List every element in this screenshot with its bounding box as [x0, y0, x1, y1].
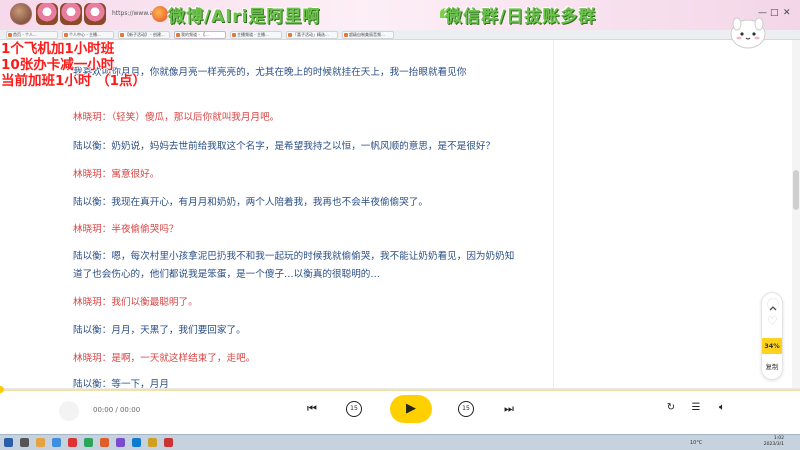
browser-tab-strip: 首页 - 个人... 个人中心 - 主播... 【新子活动】 - 创建... 我… — [0, 30, 800, 40]
script-line: 道了也会伤心的，他们都说我是笨蛋，是一个傻子…以衡真的很聪明的… — [73, 269, 380, 280]
rewind-15-button[interactable]: 15 — [346, 401, 362, 417]
volume-icon[interactable]: 🔈︎ — [715, 402, 729, 414]
page-scrollbar[interactable] — [792, 40, 800, 388]
forward-15-button[interactable]: 15 — [458, 401, 474, 417]
browser-tab[interactable]: 主播频道 - 主播... — [230, 31, 282, 39]
watermark-wechat: 微信群/日拔账多群 — [445, 7, 597, 27]
scrollbar-thumb[interactable] — [793, 170, 799, 210]
script-line: 林晓玥：我们以衡最聪明了。 — [73, 297, 198, 308]
browser-tab[interactable]: 【新子活动】 - 创建... — [118, 31, 170, 39]
cake-sticker-icon — [36, 3, 58, 25]
taskbar-clock[interactable]: 1:02 2023/3/1 — [764, 436, 784, 448]
start-icon[interactable] — [4, 438, 13, 447]
stream-banner: https://www.aipoxie.com 微博/Alri是阿里啊 微信群/… — [0, 0, 800, 30]
app-icon[interactable] — [148, 438, 157, 447]
search-icon[interactable] — [20, 438, 29, 447]
app-icon[interactable] — [116, 438, 125, 447]
copy-button[interactable]: 复制 — [762, 361, 782, 371]
cake-sticker-icon — [84, 3, 106, 25]
streamer-avatar — [10, 3, 32, 25]
windows-taskbar: 10°C 1:02 2023/3/1 — [0, 434, 800, 450]
browser-tab[interactable]: 我的频道 - 【... — [174, 31, 226, 39]
script-line: 林晓玥：是啊，一天就这样结束了，走吧。 — [73, 353, 256, 364]
app-icon[interactable] — [164, 438, 173, 447]
wechat-icon[interactable] — [84, 438, 93, 447]
playback-time: 00:00 / 00:00 — [93, 406, 141, 414]
watermark-logo-icon — [152, 6, 168, 22]
track-cover — [59, 401, 79, 421]
reader-float-toolbar: ♡ 34% 复制 — [761, 292, 783, 380]
forward-label: 15 — [462, 405, 470, 412]
progress-track[interactable] — [0, 386, 800, 393]
rewind-label: 15 — [350, 405, 358, 412]
maximize-icon[interactable]: □ — [770, 8, 779, 18]
progress-handle[interactable] — [0, 386, 4, 393]
script-line: 林晓玥：（轻笑）傻瓜，那以后你就叫我月月吧。 — [73, 112, 280, 123]
play-button[interactable]: ▶ — [390, 395, 432, 423]
watermark-weibo: 微博/Alri是阿里啊 — [168, 7, 321, 27]
audio-player: 00:00 / 00:00 ⏮ 15 ▶ 15 ⏭ ↻ ☰ 🔈︎ — [0, 386, 800, 434]
close-icon[interactable]: ✕ — [783, 8, 791, 18]
overlay-line: 10张办卡减一小时 — [1, 57, 115, 73]
clock-date: 2023/3/1 — [763, 442, 784, 447]
folder-icon[interactable] — [36, 438, 45, 447]
repeat-icon[interactable]: ↻ — [665, 402, 677, 414]
script-line: 陆以衡：嗯，每次村里小孩拿泥巴扔我不和我一起玩的时候我就偷偷哭，我不能让奶奶看见… — [73, 251, 515, 262]
bean-mascot-icon — [730, 17, 766, 49]
chevron-up-icon[interactable] — [767, 298, 779, 311]
script-line: 林晓玥：寓意很好。 — [73, 169, 160, 180]
edge-icon[interactable] — [52, 438, 61, 447]
read-progress-badge: 34% — [762, 338, 782, 354]
app-icon[interactable] — [68, 438, 77, 447]
app-icon[interactable] — [100, 438, 109, 447]
script-line: 陆以衡：月月，天黑了，我们要回家了。 — [73, 325, 246, 336]
heart-icon[interactable]: ♡ — [767, 315, 778, 327]
app-icon[interactable] — [132, 438, 141, 447]
browser-tab[interactable]: 「喜子活动」精选... — [286, 31, 338, 39]
script-line: 陆以衡：奶奶说，妈妈去世前给我取这个名字，是希望我持之以恒，一帆风顺的意思，是不… — [73, 141, 496, 152]
next-track-icon[interactable]: ⏭ — [502, 402, 516, 416]
stream-overlay: 1个飞机加1小时班 10张办卡减一小时 当前加班1小时 （1点） — [1, 41, 146, 89]
weather-text[interactable]: 10°C — [690, 440, 702, 446]
previous-track-icon[interactable]: ⏮ — [305, 402, 319, 416]
playlist-icon[interactable]: ☰ — [690, 402, 702, 414]
overlay-line: 1个飞机加1小时班 — [1, 41, 115, 57]
cake-sticker-icon — [60, 3, 82, 25]
side-panel — [554, 40, 792, 388]
overlay-line: 当前加班1小时 （1点） — [1, 73, 146, 89]
browser-tab[interactable]: 首页 - 个人... — [6, 31, 58, 39]
script-line: 陆以衡：我现在真开心，有月月和奶奶，两个人陪着我，我再也不会半夜偷偷哭了。 — [73, 197, 428, 208]
browser-tab[interactable]: 超级自制美丽音频... — [342, 31, 394, 39]
browser-tab[interactable]: 个人中心 - 主播... — [62, 31, 114, 39]
screen: https://www.aipoxie.com 微博/Alri是阿里啊 微信群/… — [0, 0, 800, 450]
script-line: 林晓玥：半夜偷偷哭吗？ — [73, 224, 179, 235]
